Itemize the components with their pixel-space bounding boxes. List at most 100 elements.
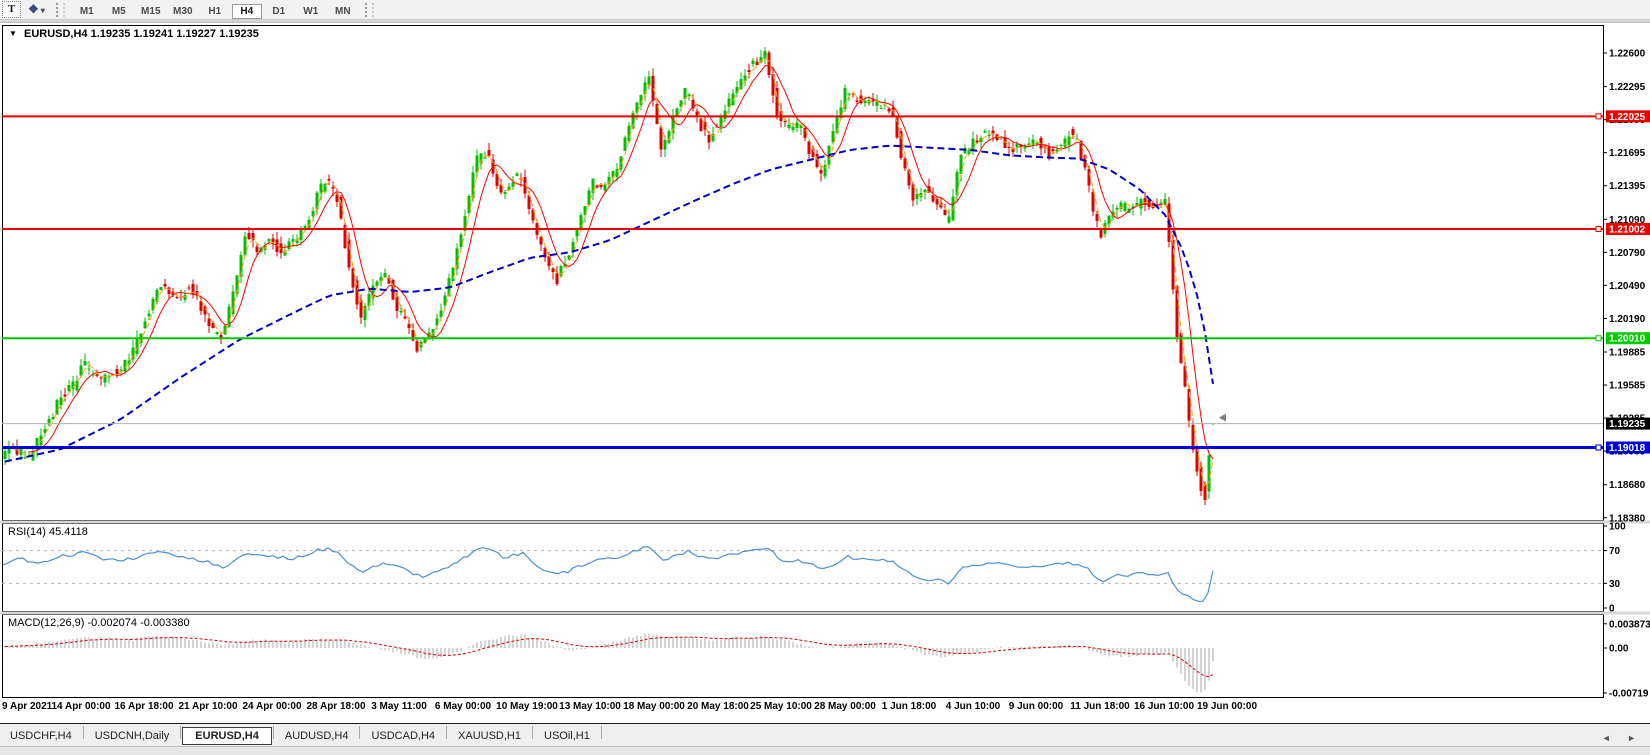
svg-text:28 May 00:00: 28 May 00:00	[814, 701, 876, 712]
svg-text:9 Apr 2021: 9 Apr 2021	[2, 701, 53, 712]
tab-separator	[532, 726, 533, 739]
toolbar-grip	[56, 3, 65, 17]
timeframe-button-w1[interactable]: W1	[296, 4, 326, 19]
svg-text:1.18680: 1.18680	[1609, 480, 1646, 491]
tabs-scroll-right-arrow[interactable]: ►	[1621, 732, 1642, 744]
text-label-tool-button[interactable]: T	[2, 1, 21, 18]
timeframe-button-d1[interactable]: D1	[264, 4, 294, 19]
svg-text:24 Apr 00:00: 24 Apr 00:00	[242, 701, 302, 712]
svg-text:1.19018: 1.19018	[1609, 443, 1646, 454]
svg-text:1.20490: 1.20490	[1609, 281, 1646, 292]
rsi-panel[interactable]	[3, 524, 1604, 612]
line-handle[interactable]	[1596, 114, 1601, 119]
dropdown-caret-icon: ▾	[41, 6, 45, 15]
timeframe-button-m15[interactable]: M15	[136, 4, 166, 19]
panel-splitter[interactable]	[0, 521, 1650, 524]
tab-separator	[601, 726, 602, 739]
toolbar-separator	[0, 20, 1650, 23]
chart-title: ▼ EURUSD,H4 1.19235 1.19241 1.19227 1.19…	[9, 28, 259, 40]
price-label-1.20010[interactable]: 1.20010	[1606, 332, 1650, 345]
top-toolbar: T ❖▾ M1M5M15M30H1H4D1W1MN	[0, 0, 1650, 20]
macd-indicator-label: MACD(12,26,9) -0.002074 -0.003380	[8, 617, 190, 629]
svg-text:13 May 10:00: 13 May 10:00	[559, 701, 621, 712]
svg-text:3 May 11:00: 3 May 11:00	[371, 701, 427, 712]
svg-text:1.21395: 1.21395	[1609, 181, 1646, 192]
timeframe-button-mn[interactable]: MN	[328, 4, 358, 19]
tabs-scroll-left-arrow[interactable]: ◄	[1596, 732, 1617, 744]
timeframe-button-m30[interactable]: M30	[168, 4, 198, 19]
svg-text:100: 100	[1609, 522, 1626, 533]
rsi-indicator-label: RSI(14) 45.4118	[8, 526, 88, 538]
svg-text:1.22295: 1.22295	[1609, 82, 1646, 93]
svg-text:21 Apr 10:00: 21 Apr 10:00	[178, 701, 238, 712]
chart-tabs: USDCHF,H4USDCNH,DailyEURUSD,H4AUDUSD,H4U…	[0, 726, 603, 745]
svg-text:11 Jun 18:00: 11 Jun 18:00	[1070, 701, 1130, 712]
svg-text:0.003873: 0.003873	[1609, 619, 1650, 630]
diamonds-icon: ❖	[28, 2, 39, 16]
chart-tab-usoil[interactable]: USOil,H1	[534, 726, 600, 745]
svg-text:1.20790: 1.20790	[1609, 248, 1646, 259]
chart-tab-eurusd[interactable]: EURUSD,H4	[182, 727, 272, 745]
svg-text:30: 30	[1609, 579, 1621, 590]
svg-text:4 Jun 10:00: 4 Jun 10:00	[946, 701, 1001, 712]
chart-tab-usdcad[interactable]: USDCAD,H4	[361, 726, 445, 745]
svg-text:1.19885: 1.19885	[1609, 348, 1646, 359]
svg-text:14 Apr 00:00: 14 Apr 00:00	[51, 701, 111, 712]
svg-text:6 May 00:00: 6 May 00:00	[435, 701, 492, 712]
timeframe-button-m5[interactable]: M5	[104, 4, 134, 19]
timeframe-button-m1[interactable]: M1	[72, 4, 102, 19]
svg-text:0.00: 0.00	[1609, 644, 1629, 655]
toolbar-grip-2	[365, 3, 374, 17]
svg-text:10 May 19:00: 10 May 19:00	[496, 701, 558, 712]
line-handle[interactable]	[1596, 336, 1601, 341]
tab-separator	[273, 726, 274, 739]
chart-tab-usdchf[interactable]: USDCHF,H4	[0, 726, 82, 745]
svg-text:1.21002: 1.21002	[1609, 224, 1646, 235]
price-chart-canvas[interactable]: 1.226001.222951.219951.216951.213951.210…	[0, 0, 1650, 723]
style-tool-button[interactable]: ❖▾	[25, 2, 48, 17]
timeframe-toolbar: M1M5M15M30H1H4D1W1MN	[71, 1, 359, 19]
tab-separator	[446, 726, 447, 739]
price-label-1.21002[interactable]: 1.21002	[1606, 223, 1650, 236]
terminal-window: T ❖▾ M1M5M15M30H1H4D1W1MN ▼ EURUSD,H4 1.…	[0, 0, 1650, 754]
svg-text:70: 70	[1609, 546, 1621, 557]
svg-text:20 May 18:00: 20 May 18:00	[687, 701, 749, 712]
panel-splitter[interactable]	[0, 612, 1650, 615]
price-label-1.22025[interactable]: 1.22025	[1606, 110, 1650, 123]
svg-text:28 Apr 18:00: 28 Apr 18:00	[306, 701, 366, 712]
svg-text:1.22025: 1.22025	[1609, 112, 1646, 123]
line-handle[interactable]	[1596, 226, 1601, 231]
svg-text:1.22600: 1.22600	[1609, 49, 1646, 60]
tab-separator	[180, 726, 181, 739]
tab-separator	[83, 726, 84, 739]
svg-text:19 Jun 00:00: 19 Jun 00:00	[1197, 701, 1257, 712]
svg-text:25 May 10:00: 25 May 10:00	[750, 701, 812, 712]
quote-dropdown-triangle-icon[interactable]: ▼	[9, 29, 17, 38]
svg-text:1.19235: 1.19235	[1609, 419, 1646, 430]
svg-text:-0.00719: -0.00719	[1609, 688, 1649, 699]
svg-text:18 May 00:00: 18 May 00:00	[623, 701, 685, 712]
price-label-1.19018[interactable]: 1.19018	[1606, 441, 1650, 454]
chart-tab-audusd[interactable]: AUDUSD,H4	[275, 726, 359, 745]
svg-text:1.20190: 1.20190	[1609, 314, 1646, 325]
svg-text:16 Jun 10:00: 16 Jun 10:00	[1134, 701, 1194, 712]
chart-tab-usdcnh[interactable]: USDCNH,Daily	[85, 726, 180, 745]
chart-tab-xauusd[interactable]: XAUUSD,H1	[448, 726, 531, 745]
svg-text:1.20010: 1.20010	[1609, 334, 1646, 345]
svg-text:16 Apr 18:00: 16 Apr 18:00	[114, 701, 174, 712]
line-handle[interactable]	[1596, 445, 1601, 450]
svg-text:1 Jun 18:00: 1 Jun 18:00	[882, 701, 937, 712]
time-scale-tick-row[interactable]	[0, 714, 1650, 723]
svg-text:1.21695: 1.21695	[1609, 148, 1646, 159]
chart-ohlc-values: 1.19235 1.19241 1.19227 1.19235	[91, 28, 259, 40]
svg-text:1.19585: 1.19585	[1609, 381, 1646, 392]
chart-symbol-label: EURUSD,H4	[24, 28, 88, 40]
timeframe-button-h4[interactable]: H4	[232, 4, 262, 19]
svg-text:9 Jun 00:00: 9 Jun 00:00	[1009, 701, 1064, 712]
time-axis[interactable]: 9 Apr 202114 Apr 00:0016 Apr 18:00 21 Apr…	[2, 701, 1257, 712]
current-price-label[interactable]: 1.19235	[1606, 418, 1650, 431]
timeframe-button-h1[interactable]: H1	[200, 4, 230, 19]
tab-separator	[359, 726, 360, 739]
svg-text:0: 0	[1609, 604, 1615, 615]
macd-panel[interactable]	[3, 615, 1604, 698]
